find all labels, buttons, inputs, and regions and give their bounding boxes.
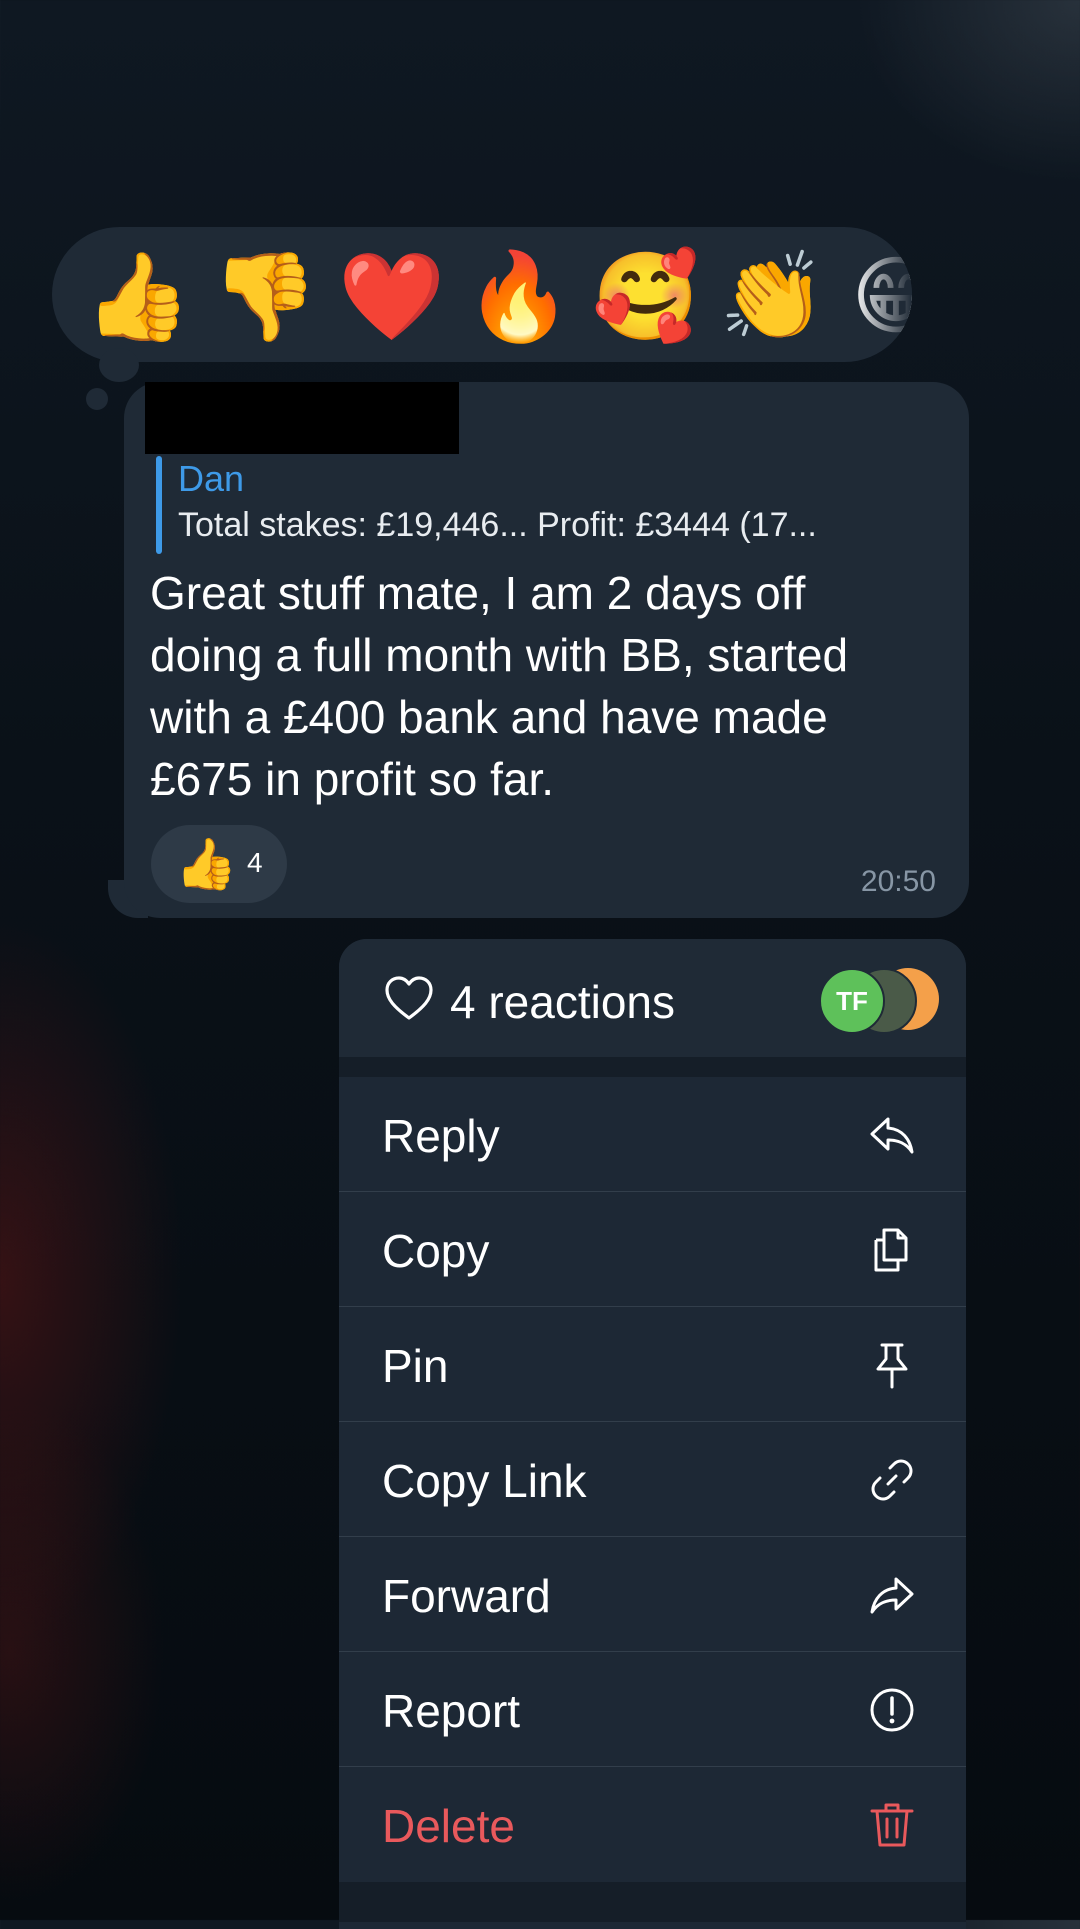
heart-outline-icon bbox=[385, 976, 433, 1020]
quote-author[interactable]: Dan bbox=[178, 458, 244, 500]
picker-fade bbox=[852, 227, 912, 362]
menu-item-label: Forward bbox=[382, 1570, 551, 1622]
picker-tail-dot bbox=[86, 388, 108, 410]
heart-icon[interactable]: ❤️ bbox=[338, 247, 445, 347]
forward-icon bbox=[870, 1577, 914, 1614]
menu-separator bbox=[339, 1057, 966, 1077]
menu-item-delete[interactable]: Delete bbox=[339, 1767, 966, 1881]
reactions-count-label: 4 reactions bbox=[450, 976, 676, 1028]
clapping-hands-icon[interactable]: 👏 bbox=[719, 247, 826, 347]
reactions-summary[interactable]: 4 reactions G TF bbox=[339, 939, 966, 1057]
message-text: Great stuff mate, I am 2 days off doing … bbox=[150, 567, 849, 805]
menu-item-label: Pin bbox=[382, 1340, 449, 1392]
menu-item-label: Copy Link bbox=[382, 1455, 587, 1507]
menu-item-label: Reply bbox=[382, 1110, 500, 1162]
redacted-sender-name bbox=[145, 382, 459, 454]
menu-item-label: Copy bbox=[382, 1225, 490, 1277]
menu-item-reply[interactable]: Reply bbox=[339, 1077, 966, 1192]
message-reaction-chip[interactable]: 👍 4 bbox=[151, 825, 287, 903]
menu-item-label: Report bbox=[382, 1685, 521, 1737]
message-time: 20:50 bbox=[860, 865, 936, 898]
pin-icon bbox=[876, 1343, 908, 1389]
fire-icon[interactable]: 🔥 bbox=[465, 247, 572, 347]
menu-item-pin[interactable]: Pin bbox=[339, 1307, 966, 1422]
link-icon bbox=[871, 1459, 913, 1501]
thumbs-up-icon[interactable]: 👍 bbox=[84, 247, 191, 347]
quote-bar bbox=[156, 456, 162, 554]
menu-item-label: Delete bbox=[382, 1800, 515, 1852]
menu-item-forward[interactable]: Forward bbox=[339, 1537, 966, 1652]
copy-icon bbox=[874, 1228, 908, 1272]
context-menu: 4 reactions G TF Reply Copy Pin Copy Lin… bbox=[339, 939, 966, 1929]
picker-tail-dot bbox=[99, 348, 139, 382]
message-bubble[interactable]: Dan Total stakes: £19,446... Profit: £34… bbox=[124, 382, 969, 918]
menu-separator bbox=[339, 1882, 966, 1922]
reaction-picker: 👍 👎 ❤️ 🔥 🥰 👏 😁 bbox=[52, 227, 912, 362]
smiling-face-hearts-icon[interactable]: 🥰 bbox=[592, 247, 699, 347]
menu-item-copy-link[interactable]: Copy Link bbox=[339, 1422, 966, 1537]
menu-item-report[interactable]: Report bbox=[339, 1652, 966, 1767]
quote-text[interactable]: Total stakes: £19,446... Profit: £3444 (… bbox=[178, 506, 817, 545]
avatar: TF bbox=[819, 968, 885, 1034]
reaction-count: 4 bbox=[247, 847, 263, 878]
thumbs-up-icon: 👍 bbox=[175, 835, 238, 893]
reply-icon bbox=[870, 1117, 914, 1154]
report-icon bbox=[870, 1688, 914, 1732]
menu-item-copy[interactable]: Copy bbox=[339, 1192, 966, 1307]
trash-icon bbox=[870, 1803, 914, 1847]
thumbs-down-icon[interactable]: 👎 bbox=[211, 247, 318, 347]
